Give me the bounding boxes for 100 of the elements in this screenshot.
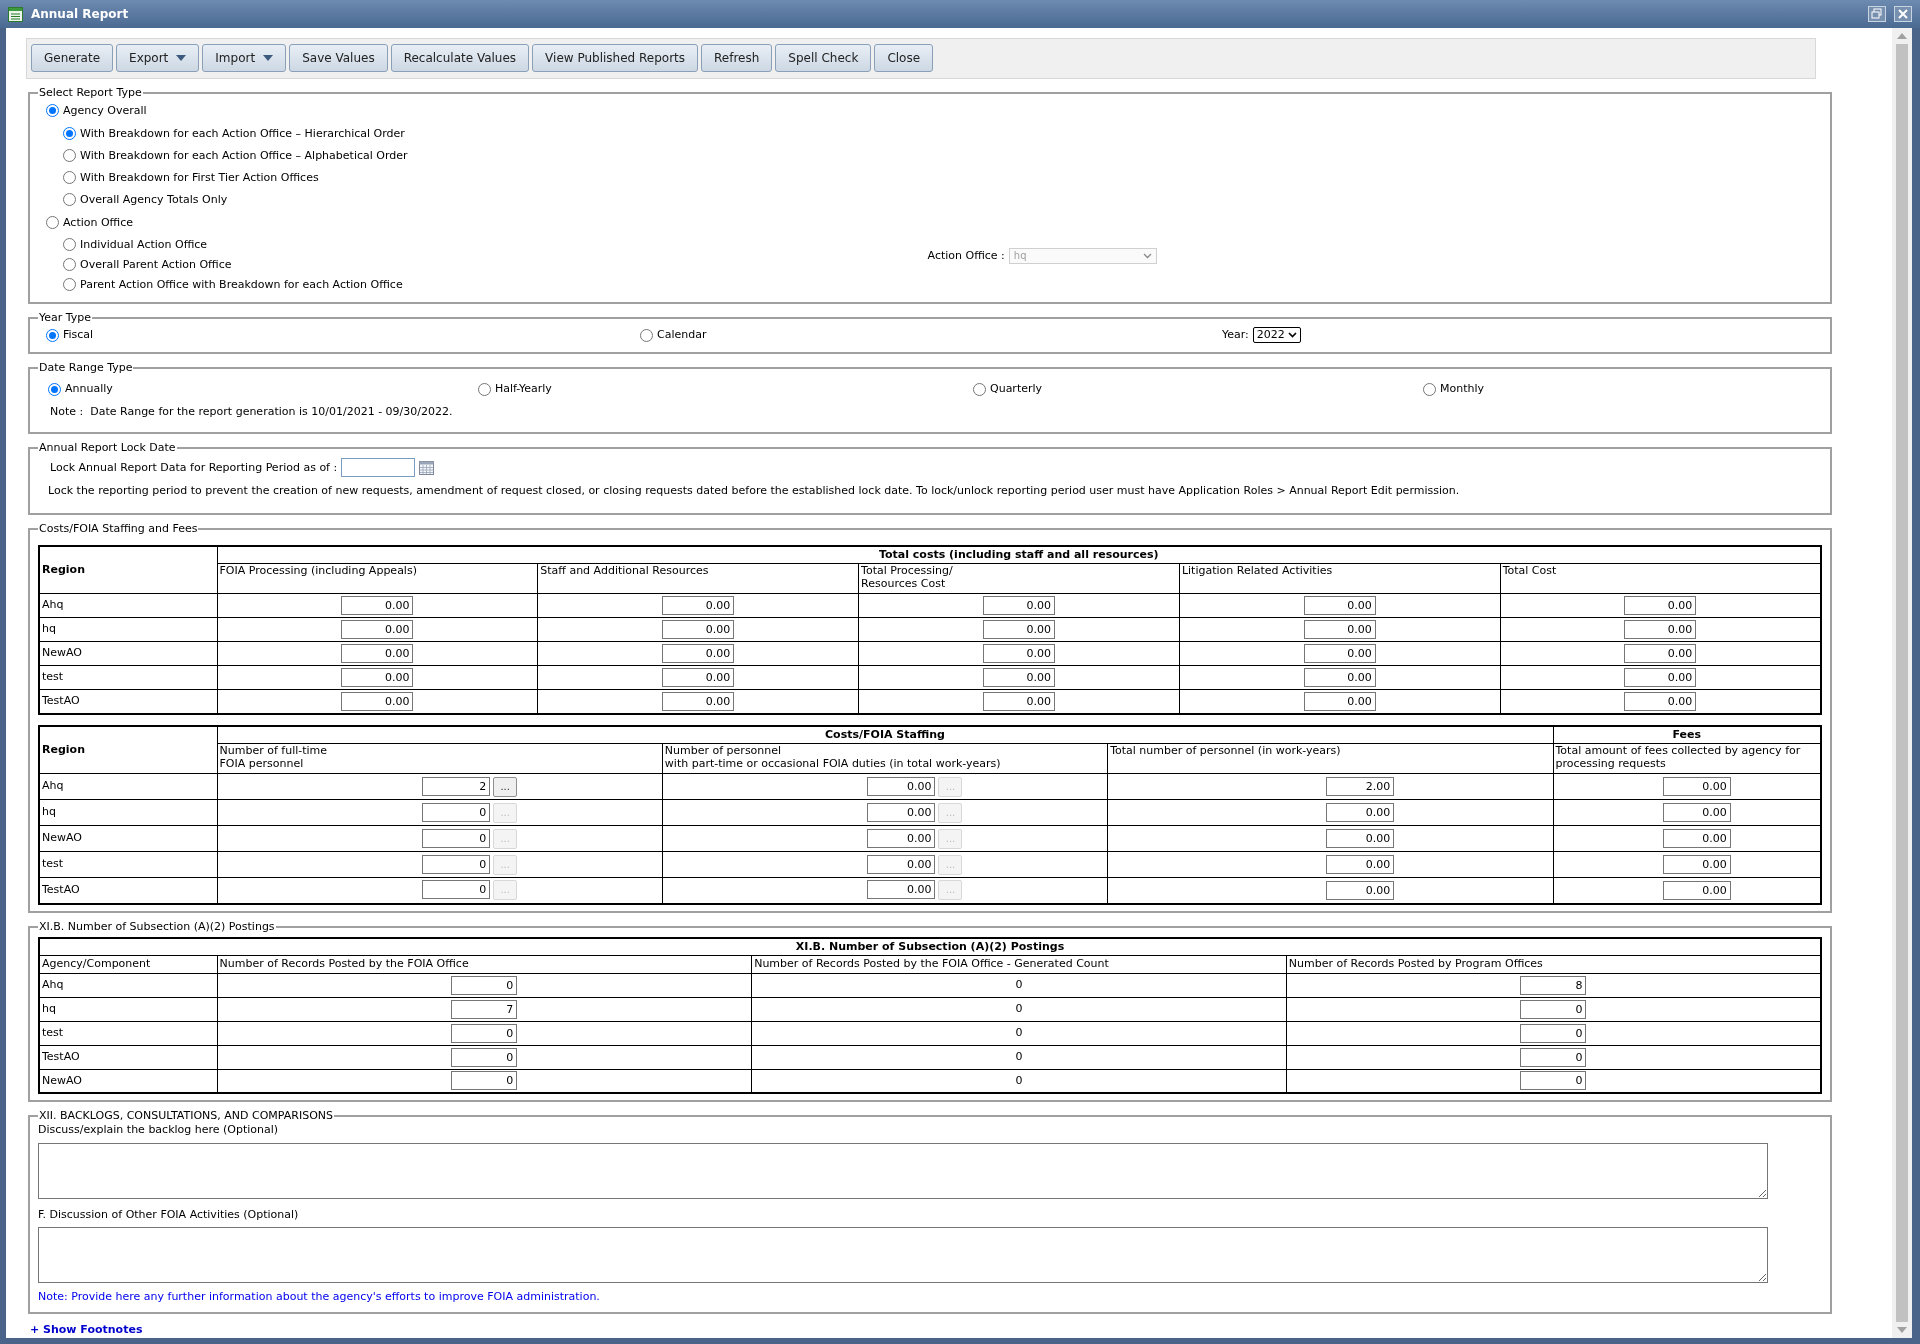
- text-area[interactable]: [38, 1227, 1768, 1283]
- number-field[interactable]: 0.00: [341, 596, 414, 615]
- number-field[interactable]: 0.00: [1662, 829, 1731, 848]
- radio-button[interactable]: [1423, 382, 1436, 396]
- number-field[interactable]: 0.00: [1624, 596, 1697, 615]
- number-field[interactable]: 0.00: [341, 644, 414, 663]
- region-cell: NewAO: [39, 825, 217, 852]
- scrollbar[interactable]: [1892, 28, 1912, 1338]
- column-header: Region: [39, 725, 217, 774]
- number-field[interactable]: 0: [1520, 1023, 1587, 1043]
- number-field[interactable]: 0.00: [867, 880, 936, 900]
- number-field[interactable]: 0.00: [1662, 880, 1731, 900]
- radio-button[interactable]: [63, 193, 76, 207]
- number-field[interactable]: 7: [451, 999, 518, 1019]
- number-field[interactable]: 0.00: [1662, 803, 1731, 822]
- number-field[interactable]: 0: [1520, 1071, 1587, 1091]
- number-field[interactable]: 0.00: [1624, 644, 1697, 663]
- toolbar-button[interactable]: Close: [874, 44, 934, 73]
- number-field[interactable]: 0: [422, 802, 491, 822]
- toolbar-button[interactable]: Spell Check: [775, 44, 872, 73]
- number-field[interactable]: 0: [451, 1023, 518, 1043]
- radio-button[interactable]: [63, 127, 76, 141]
- number-field[interactable]: 0: [422, 854, 491, 874]
- number-field[interactable]: 0.00: [983, 668, 1055, 687]
- number-field[interactable]: 0.00: [867, 802, 936, 822]
- number-field[interactable]: 0.00: [1662, 777, 1731, 796]
- number-field[interactable]: 2.00: [1326, 777, 1395, 796]
- details-button[interactable]: ...: [493, 776, 518, 797]
- toolbar-button[interactable]: Import: [202, 44, 287, 73]
- number-field[interactable]: 8: [1520, 975, 1587, 995]
- number-field[interactable]: 0.00: [1662, 855, 1731, 874]
- radio-button[interactable]: [63, 171, 76, 185]
- text-area[interactable]: [38, 1142, 1768, 1199]
- toolbar-button[interactable]: View Published Reports: [532, 44, 699, 73]
- toolbar-button[interactable]: Recalculate Values: [390, 44, 530, 73]
- close-icon[interactable]: [1894, 6, 1912, 22]
- number-field[interactable]: 0.00: [662, 691, 735, 711]
- column-header: Number of Records Posted by the FOIA Office: [217, 955, 752, 973]
- scroll-down-icon[interactable]: [1897, 1326, 1907, 1334]
- restore-icon[interactable]: [1868, 6, 1886, 22]
- toolbar-button[interactable]: Save Values: [289, 44, 388, 73]
- number-field[interactable]: 0.00: [983, 620, 1055, 639]
- number-field[interactable]: 0.00: [341, 620, 414, 639]
- number-field[interactable]: 0.00: [662, 596, 735, 615]
- column-header: Total Cost: [1500, 563, 1821, 594]
- lock-date-field[interactable]: [341, 458, 416, 478]
- radio-button[interactable]: [973, 382, 986, 396]
- radio-button[interactable]: [48, 382, 61, 396]
- number-field[interactable]: 0: [1520, 999, 1587, 1019]
- section-legend: Date Range Type: [38, 362, 134, 375]
- radio-label: Parent Action Office with Breakdown for each Action Office: [80, 276, 403, 293]
- radio-button[interactable]: [63, 238, 76, 252]
- radio-label: With Breakdown for each Action Office – Hierarchical Order: [80, 125, 405, 142]
- radio-button[interactable]: [478, 382, 491, 396]
- show-footnotes-link[interactable]: + Show Footnotes: [30, 1321, 1892, 1338]
- number-field[interactable]: 0.00: [341, 668, 414, 687]
- number-field[interactable]: 0.00: [1303, 644, 1376, 663]
- number-field[interactable]: 0.00: [1326, 803, 1395, 822]
- radio-button[interactable]: [63, 149, 76, 163]
- number-field[interactable]: 0.00: [1303, 596, 1376, 615]
- radio-button[interactable]: [46, 216, 59, 230]
- toolbar-button[interactable]: Export: [116, 44, 200, 73]
- caret-icon: [176, 55, 187, 62]
- number-field[interactable]: 0.00: [1303, 691, 1376, 711]
- number-field[interactable]: 0.00: [662, 644, 735, 663]
- radio-button[interactable]: [46, 104, 59, 118]
- number-field[interactable]: 0.00: [1624, 620, 1697, 639]
- toolbar-button[interactable]: Generate: [31, 44, 114, 73]
- radio-button[interactable]: [640, 328, 653, 342]
- number-field[interactable]: 0: [422, 880, 491, 900]
- number-field[interactable]: 0.00: [867, 828, 936, 848]
- number-field[interactable]: 0: [451, 1047, 518, 1067]
- number-field[interactable]: 0: [451, 975, 518, 995]
- number-field[interactable]: 0.00: [1326, 855, 1395, 874]
- number-field[interactable]: 0.00: [1326, 880, 1395, 900]
- number-field[interactable]: 0.00: [1624, 668, 1697, 687]
- scroll-up-icon[interactable]: [1897, 32, 1907, 40]
- number-field[interactable]: 0: [451, 1071, 518, 1091]
- year-dropdown[interactable]: 2022: [1252, 327, 1301, 344]
- number-field[interactable]: 2: [422, 776, 491, 796]
- radio-button[interactable]: [63, 258, 76, 272]
- number-field[interactable]: 0.00: [662, 620, 735, 639]
- radio-button[interactable]: [63, 278, 76, 292]
- radio-button[interactable]: [46, 328, 59, 342]
- column-header: Region: [39, 545, 217, 594]
- number-field[interactable]: 0.00: [1303, 668, 1376, 687]
- number-field[interactable]: 0: [422, 828, 491, 848]
- toolbar-button[interactable]: Refresh: [701, 44, 773, 73]
- number-field[interactable]: 0: [1520, 1047, 1587, 1067]
- number-field[interactable]: 0.00: [867, 776, 936, 796]
- number-field[interactable]: 0.00: [1624, 691, 1697, 711]
- number-field[interactable]: 0.00: [341, 691, 414, 711]
- number-field[interactable]: 0.00: [867, 854, 936, 874]
- number-field[interactable]: 0.00: [1326, 829, 1395, 848]
- calendar-icon[interactable]: [419, 460, 435, 475]
- number-field[interactable]: 0.00: [983, 691, 1055, 711]
- number-field[interactable]: 0.00: [983, 596, 1055, 615]
- number-field[interactable]: 0.00: [983, 644, 1055, 663]
- number-field[interactable]: 0.00: [662, 668, 735, 687]
- number-field[interactable]: 0.00: [1303, 620, 1376, 639]
